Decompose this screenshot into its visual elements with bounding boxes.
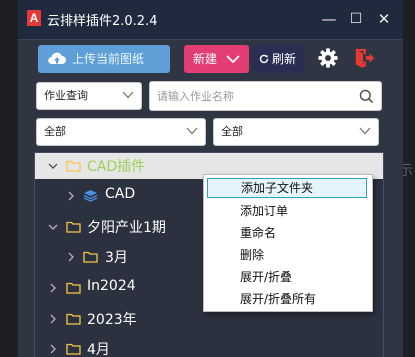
folder-icon: [83, 251, 98, 263]
chevron-down-icon: [226, 55, 240, 64]
menu-item-toggle-expand-all[interactable]: 展开/折叠所有: [207, 289, 367, 309]
new-button-label: 新建: [193, 52, 218, 66]
chevron-down-icon: [122, 91, 134, 99]
exit-icon[interactable]: [353, 47, 375, 69]
filter-right-value: 全部: [221, 125, 243, 138]
expand-arrow-icon[interactable]: [48, 222, 58, 232]
app-logo-icon: A: [27, 10, 41, 26]
tree-item-label: 2023年: [87, 312, 137, 328]
tree-item-label: 夕阳产业1期: [87, 220, 166, 236]
menu-item-delete[interactable]: 删除: [207, 245, 367, 265]
query-type-select[interactable]: 作业查询: [36, 82, 142, 110]
filter-select-right[interactable]: 全部: [213, 118, 379, 146]
new-dropdown-button[interactable]: 新建: [184, 45, 249, 73]
menu-item-rename[interactable]: 重命名: [207, 223, 367, 243]
search-icon[interactable]: [359, 89, 374, 104]
upload-button-label: 上传当前图纸: [72, 52, 145, 66]
window-title: 云排样插件2.0.2.4: [47, 14, 158, 29]
layers-icon: [83, 190, 98, 202]
folder-icon: [66, 221, 81, 233]
collapse-arrow-icon[interactable]: [66, 191, 76, 201]
query-type-value: 作业查询: [44, 89, 88, 102]
expand-arrow-icon[interactable]: [48, 161, 58, 171]
tree-item-label: In2024: [87, 278, 136, 294]
minimize-button[interactable]: —: [316, 6, 342, 32]
chevron-down-icon: [186, 127, 198, 135]
folder-icon: [66, 282, 81, 294]
close-button[interactable]: ✕: [371, 6, 397, 32]
refresh-icon: [259, 54, 269, 64]
maximize-button[interactable]: ☐: [343, 6, 369, 32]
folder-icon: [66, 313, 81, 325]
tree-item-label: 4月: [87, 342, 110, 357]
collapse-arrow-icon[interactable]: [48, 344, 58, 354]
upload-drawing-button[interactable]: 上传当前图纸: [38, 45, 170, 73]
search-input[interactable]: [157, 87, 347, 105]
menu-item-toggle-expand[interactable]: 展开/折叠: [207, 267, 367, 287]
title-bar: A 云排样插件2.0.2.4 — ☐ ✕: [18, 0, 403, 40]
tree-item-label: CAD插件: [87, 159, 146, 175]
plugin-window: A 云排样插件2.0.2.4 — ☐ ✕ 上传当前图纸 新建 刷新 作业查询 请…: [18, 0, 403, 357]
menu-item-add-subfolder[interactable]: 添加子文件夹: [207, 178, 367, 198]
context-menu: 添加子文件夹 添加订单 重命名 删除 展开/折叠 展开/折叠所有: [203, 174, 373, 312]
folder-icon: [66, 343, 81, 355]
collapse-arrow-icon[interactable]: [66, 252, 76, 262]
menu-item-add-order[interactable]: 添加订单: [207, 201, 367, 221]
filter-left-value: 全部: [44, 125, 66, 138]
gear-icon[interactable]: [317, 47, 339, 69]
filter-select-left[interactable]: 全部: [36, 118, 206, 146]
refresh-button-label: 刷新: [272, 52, 297, 66]
tree-item-label: 3月: [105, 250, 128, 266]
refresh-button[interactable]: 刷新: [252, 45, 304, 73]
cloud-upload-icon: [48, 52, 66, 65]
tree-item-april[interactable]: 4月: [35, 336, 383, 357]
chevron-down-icon: [359, 127, 371, 135]
collapse-arrow-icon[interactable]: [48, 283, 58, 293]
tree-item-label: CAD: [105, 186, 136, 202]
collapse-arrow-icon[interactable]: [48, 314, 58, 324]
search-box: [149, 81, 382, 111]
folder-icon: [66, 160, 81, 172]
